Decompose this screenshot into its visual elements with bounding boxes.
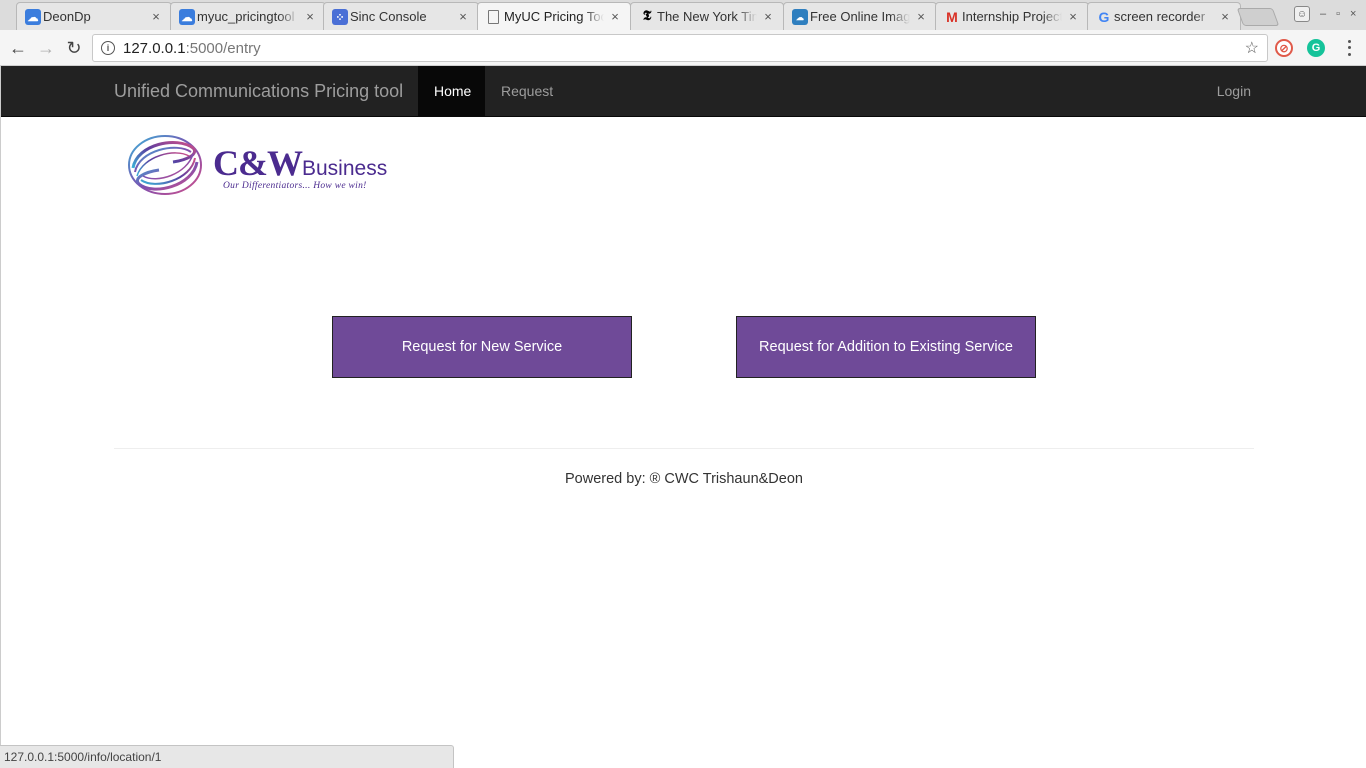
footer-powered-by: Powered by: ® CWC Trishaun&Deon <box>565 471 803 487</box>
forward-arrow-icon[interactable]: → <box>35 37 57 59</box>
tab-title: DeonDp <box>43 9 91 24</box>
browser-tab-strip: ☁ DeonDp × ☁ myuc_pricingtool × ⁘ Sinc C… <box>0 0 1366 30</box>
request-new-service-button[interactable]: Request for New Service <box>332 316 632 378</box>
browser-tab-active[interactable]: MyUC Pricing Tool × <box>477 2 631 30</box>
request-addition-service-button[interactable]: Request for Addition to Existing Service <box>736 316 1036 378</box>
tab-title: screen recorder <box>1114 9 1206 24</box>
tab-title: MyUC Pricing Tool <box>504 9 604 24</box>
image-editor-icon: ☁ <box>792 9 808 25</box>
cloud-drive-icon: ☁ <box>25 9 41 25</box>
browser-tab[interactable]: ⁘ Sinc Console × <box>323 2 479 30</box>
browser-tab[interactable]: ☁ myuc_pricingtool × <box>170 2 326 30</box>
browser-tab[interactable]: ☁ Free Online Image × <box>783 2 937 30</box>
back-arrow-icon[interactable]: ← <box>7 37 29 59</box>
nav-item-home[interactable]: Home <box>418 66 485 116</box>
close-icon[interactable]: × <box>149 9 163 24</box>
maximize-button[interactable]: ▫ <box>1336 8 1340 20</box>
browser-tab[interactable]: ☁ DeonDp × <box>16 2 172 30</box>
url-path: :5000/entry <box>185 39 261 57</box>
cloud-drive-icon: ☁ <box>179 9 195 25</box>
logo-cw-text: C&W <box>213 143 303 183</box>
url-host: 127.0.0.1 <box>123 39 186 57</box>
sinc-icon: ⁘ <box>332 9 348 25</box>
browser-tab[interactable]: G screen recorder × <box>1087 2 1241 30</box>
address-bar[interactable]: i 127.0.0.1 :5000/entry ☆ <box>92 34 1268 62</box>
footer-divider <box>114 448 1254 449</box>
reload-icon[interactable]: ↻ <box>63 37 85 59</box>
navbar-brand[interactable]: Unified Communications Pricing tool <box>114 81 403 102</box>
tab-title: Sinc Console <box>350 9 427 24</box>
page-viewport: Unified Communications Pricing tool Home… <box>0 66 1366 768</box>
page-icon <box>488 10 499 24</box>
browser-toolbar: ← → ↻ i 127.0.0.1 :5000/entry ☆ ⊘ G <box>0 30 1366 66</box>
bookmark-star-icon[interactable]: ☆ <box>1245 38 1259 58</box>
profile-icon[interactable]: ☺ <box>1294 6 1310 22</box>
close-window-button[interactable]: × <box>1350 8 1356 20</box>
close-icon[interactable]: × <box>456 9 470 24</box>
tab-title: The New York Times <box>657 9 757 24</box>
browser-menu-icon[interactable] <box>1343 38 1355 58</box>
logo-business-text: Business <box>302 157 388 180</box>
blocker-extension-icon[interactable]: ⊘ <box>1275 39 1293 57</box>
browser-tab[interactable]: M Internship Project × <box>935 2 1089 30</box>
close-icon[interactable]: × <box>761 9 775 24</box>
site-info-icon[interactable]: i <box>101 41 115 55</box>
close-icon[interactable]: × <box>608 9 622 24</box>
nav-item-request[interactable]: Request <box>485 66 569 116</box>
tab-title: myuc_pricingtool <box>197 9 295 24</box>
logo-tagline: Our Differentiators... How we win! <box>223 181 367 191</box>
top-navbar: Unified Communications Pricing tool Home… <box>1 66 1366 117</box>
browser-tab[interactable]: 𝕿 The New York Times × <box>630 2 784 30</box>
minimize-button[interactable]: – <box>1320 8 1326 20</box>
grammarly-extension-icon[interactable]: G <box>1307 39 1325 57</box>
status-bar-url: 127.0.0.1:5000/info/location/1 <box>0 745 454 768</box>
close-icon[interactable]: × <box>1066 9 1080 24</box>
close-icon[interactable]: × <box>303 9 317 24</box>
window-controls: ☺ – ▫ × <box>1294 4 1356 24</box>
cw-business-logo: C&WBusiness Our Differentiators... How w… <box>127 134 407 200</box>
gmail-icon: M <box>946 9 958 25</box>
tab-title: Free Online Image <box>810 9 910 24</box>
tab-title: Internship Project <box>962 9 1062 24</box>
google-icon: G <box>1098 9 1110 25</box>
logo-wordmark: C&WBusiness <box>213 142 387 184</box>
close-icon[interactable]: × <box>914 9 928 24</box>
logo-swirl-icon <box>128 135 202 195</box>
close-icon[interactable]: × <box>1218 9 1232 24</box>
nyt-icon: 𝕿 <box>642 9 652 24</box>
new-tab-button[interactable] <box>1236 8 1280 26</box>
nav-item-login[interactable]: Login <box>1217 66 1251 116</box>
